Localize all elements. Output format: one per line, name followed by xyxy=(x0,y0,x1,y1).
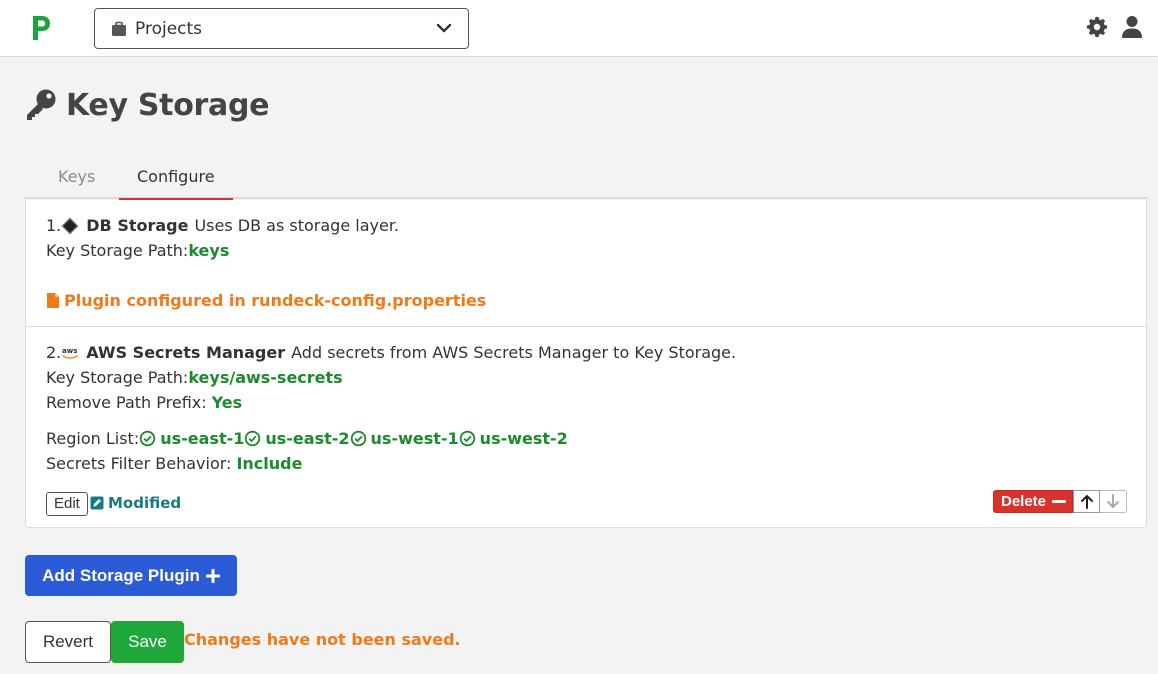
plugin-2-filter-value: Include xyxy=(236,454,303,473)
plugin-2-prefix-value: Yes xyxy=(211,393,243,412)
check-circle-icon xyxy=(350,430,366,447)
move-down-button[interactable] xyxy=(1100,490,1128,513)
page-title-text: Key Storage xyxy=(66,87,270,123)
check-circle-icon xyxy=(140,430,156,447)
plugin-2-filter: Secrets Filter Behavior: Include xyxy=(46,454,302,473)
aws-logo-icon: aws xyxy=(62,347,79,359)
plugin-2-filter-label: Secrets Filter Behavior: xyxy=(46,454,232,473)
user-icon[interactable] xyxy=(1121,15,1143,39)
briefcase-icon xyxy=(112,21,126,36)
arrow-up-icon xyxy=(1080,495,1093,509)
region-item: us-west-1 xyxy=(370,429,459,448)
tab-configure[interactable]: Configure xyxy=(119,160,233,200)
region-item: us-east-2 xyxy=(265,429,350,448)
key-icon xyxy=(27,89,56,120)
plugin-2-path-label: Key Storage Path: xyxy=(46,368,189,387)
revert-button[interactable]: Revert xyxy=(25,621,111,663)
plugin-1-config-note-text: Plugin configured in rundeck-config.prop… xyxy=(64,291,487,310)
aws-logo-text: aws xyxy=(62,347,77,355)
chevron-down-icon xyxy=(436,23,452,33)
minus-icon xyxy=(1052,500,1067,503)
plugin-2-actions: Delete xyxy=(993,490,1128,513)
plugin-2-path: Key Storage Path: keys/aws-secrets xyxy=(46,368,343,387)
check-circle-icon xyxy=(459,430,475,447)
delete-button[interactable]: Delete xyxy=(993,490,1074,513)
plugin-1-name: DB Storage xyxy=(86,216,189,235)
file-icon xyxy=(47,293,59,308)
plugin-2-regions: Region List: us-east-1 us-east-2 us-west… xyxy=(46,429,568,448)
project-selector-label: Projects xyxy=(135,18,203,39)
plugin-2-index: 2. xyxy=(46,343,62,362)
plugin-1-path: Key Storage Path: keys xyxy=(46,241,229,260)
tab-bar: Keys Configure xyxy=(24,160,1148,200)
add-storage-plugin-button[interactable]: Add Storage Plugin xyxy=(25,555,237,596)
storage-plugins-panel: 1. DB Storage Uses DB as storage layer. … xyxy=(25,200,1147,528)
plugin-1-header: 1. DB Storage Uses DB as storage layer. xyxy=(46,216,399,235)
plugin-2-prefix-label: Remove Path Prefix: xyxy=(46,393,207,412)
pencil-square-icon xyxy=(90,496,104,510)
plugin-2-region-label: Region List: xyxy=(46,429,140,448)
add-storage-plugin-label: Add Storage Plugin xyxy=(42,565,200,585)
region-item: us-west-2 xyxy=(479,429,568,448)
plugin-2-description: Add secrets from AWS Secrets Manager to … xyxy=(291,343,737,362)
unsaved-changes-message: Changes have not been saved. xyxy=(184,630,461,649)
move-up-button[interactable] xyxy=(1073,490,1101,513)
project-selector[interactable]: Projects xyxy=(94,8,469,49)
check-circle-icon xyxy=(245,430,261,447)
plugin-divider xyxy=(26,326,1146,327)
plugin-2-path-value: keys/aws-secrets xyxy=(188,368,343,387)
save-button[interactable]: Save xyxy=(111,621,184,663)
edit-button[interactable]: Edit xyxy=(46,492,88,516)
plugin-1-description: Uses DB as storage layer. xyxy=(194,216,400,235)
diamond-icon xyxy=(61,216,79,235)
modified-indicator: Modified xyxy=(90,494,181,512)
plugin-1-config-note: Plugin configured in rundeck-config.prop… xyxy=(46,291,486,310)
region-item: us-east-1 xyxy=(160,429,245,448)
plugin-1-index: 1. xyxy=(46,216,62,235)
plugin-2-name: AWS Secrets Manager xyxy=(86,343,286,362)
pagerduty-logo-icon[interactable] xyxy=(30,14,52,42)
page-title: Key Storage xyxy=(24,85,269,125)
plugin-2-prefix: Remove Path Prefix: Yes xyxy=(46,393,242,412)
plus-icon xyxy=(205,568,220,583)
plugin-1-path-label: Key Storage Path: xyxy=(46,241,189,260)
tab-keys[interactable]: Keys xyxy=(40,160,113,199)
modified-label: Modified xyxy=(108,494,182,512)
top-bar: Projects xyxy=(0,0,1158,57)
plugin-1-path-value: keys xyxy=(188,241,230,260)
arrow-down-icon xyxy=(1107,494,1120,508)
plugin-2-header: 2. aws AWS Secrets Manager Add secrets f… xyxy=(46,343,736,362)
delete-label: Delete xyxy=(1001,493,1047,510)
gear-icon[interactable] xyxy=(1086,16,1108,38)
